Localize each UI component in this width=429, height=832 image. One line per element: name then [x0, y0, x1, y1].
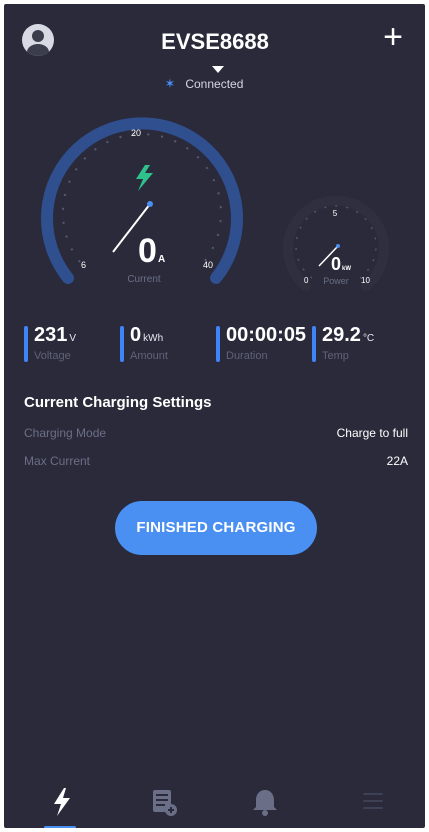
power-gauge-min-tick: 0: [304, 276, 309, 285]
setting-row-max-current: Max Current 22A: [24, 454, 408, 474]
current-gauge-mid-tick: 20: [131, 128, 141, 138]
gauges: 20 6 40 0 A Current 5 0 10 0 kW Power: [41, 117, 389, 291]
stat-voltage: 231 V Voltage: [20, 316, 116, 370]
current-gauge-min-tick: 6: [81, 260, 86, 270]
finished-charging-button[interactable]: FINISHED CHARGING: [115, 501, 317, 555]
bottom-nav: [4, 774, 425, 828]
current-gauge: 20 6 40 0 A Current: [41, 117, 243, 285]
stat-temp: 29.2 °C Temp: [308, 316, 404, 370]
nav-menu[interactable]: [348, 782, 398, 822]
stat-temp-value: 29.2 °C: [322, 324, 402, 347]
stat-amount-label: Amount: [130, 350, 168, 362]
records-icon: [153, 790, 177, 816]
stat-voltage-value: 231 V: [34, 324, 114, 347]
bolt-icon: [54, 788, 70, 816]
stat-amount: 0 kWh Amount: [116, 316, 212, 370]
setting-value-charging-mode: Charge to full: [336, 426, 408, 440]
stat-amount-unit: kWh: [143, 333, 164, 344]
stat-amount-bar: [120, 326, 124, 362]
bolt-icon: [136, 165, 153, 191]
stat-voltage-label: Voltage: [34, 350, 71, 362]
current-gauge-max-tick: 40: [203, 260, 213, 270]
power-gauge: 5 0 10 0 kW Power: [283, 195, 389, 291]
stat-duration-number: 00:00:05: [226, 324, 307, 346]
setting-key-max-current: Max Current: [24, 454, 91, 468]
stat-temp-label: Temp: [322, 350, 349, 362]
stat-voltage-bar: [24, 326, 28, 362]
nav-notifications[interactable]: [240, 782, 290, 822]
setting-row-charging-mode: Charging Mode Charge to full: [24, 426, 408, 446]
stat-voltage-unit: V: [69, 333, 77, 344]
nav-charging[interactable]: [36, 782, 86, 822]
stats-row: 231 V Voltage 0 kWh Amount 00:00:05 Durati…: [4, 316, 425, 370]
current-value: 0: [138, 232, 157, 270]
stat-voltage-number: 231: [34, 324, 68, 346]
power-needle-tip: [336, 244, 340, 248]
settings-title: Current Charging Settings: [24, 394, 212, 411]
power-unit: kW: [342, 266, 351, 272]
stat-amount-number: 0: [130, 324, 142, 346]
stat-amount-value: 0 kWh: [130, 324, 210, 347]
app-screen: EVSE8688 + ✶ Connected 20 6 40 0 A Curre: [4, 4, 425, 828]
bell-icon: [253, 790, 277, 816]
current-label: Current: [127, 274, 161, 285]
setting-key-charging-mode: Charging Mode: [24, 426, 107, 440]
nav-records[interactable]: [137, 782, 187, 822]
power-gauge-mid-tick: 5: [333, 209, 338, 218]
stat-duration-value: 00:00:05: [226, 324, 306, 347]
stat-temp-unit: °C: [362, 333, 375, 344]
setting-value-max-current: 22A: [386, 454, 408, 468]
stat-temp-number: 29.2: [322, 324, 361, 346]
stat-duration-bar: [216, 326, 220, 362]
power-value: 0: [331, 254, 341, 274]
stat-duration: 00:00:05 Duration: [212, 316, 308, 370]
power-label: Power: [323, 276, 349, 286]
nav-active-indicator: [44, 826, 76, 828]
menu-icon: [363, 793, 383, 809]
power-gauge-max-tick: 10: [361, 276, 370, 285]
current-unit: A: [158, 254, 165, 265]
current-needle-tip: [147, 201, 153, 207]
stat-temp-bar: [312, 326, 316, 362]
stat-duration-label: Duration: [226, 350, 268, 362]
